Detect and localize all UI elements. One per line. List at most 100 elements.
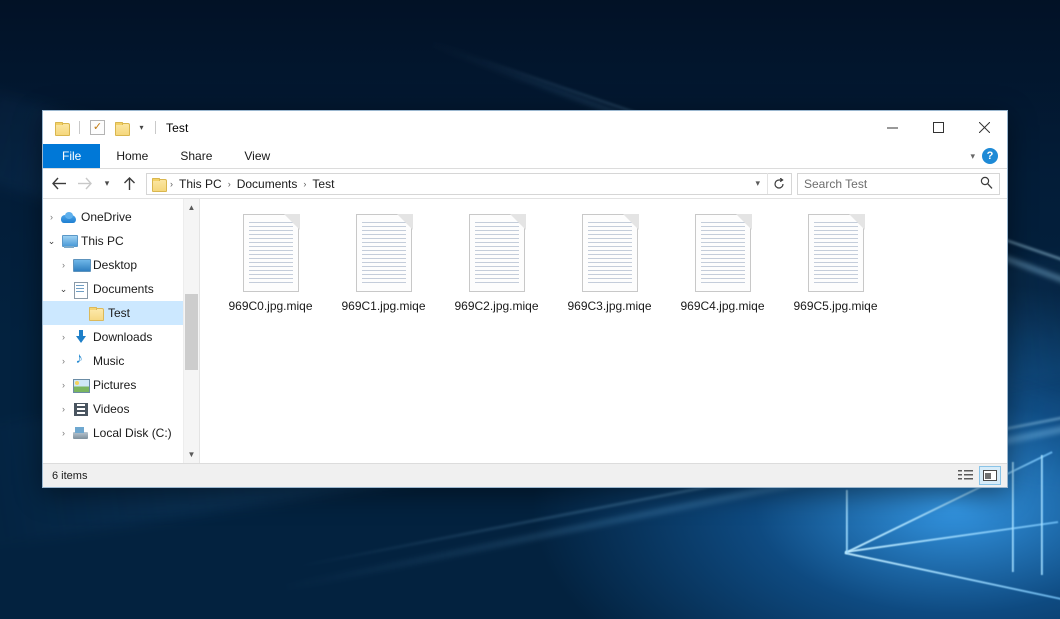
expand-ribbon-chevron-icon[interactable]: ▾ — [970, 151, 975, 162]
up-button[interactable] — [117, 172, 142, 196]
list-item[interactable]: 969C5.jpg.miqe — [779, 211, 892, 329]
tab-view[interactable]: View — [228, 144, 286, 168]
window-body: › OneDrive ⌄ This PC › Desktop — [43, 198, 1007, 463]
properties-icon[interactable]: ✓ — [88, 118, 107, 137]
help-icon[interactable]: ? — [982, 148, 998, 164]
search-icon[interactable] — [980, 176, 993, 192]
view-buttons — [954, 466, 1001, 485]
address-dropdown-chevron-icon[interactable]: ▾ — [748, 178, 767, 189]
file-name: 969C5.jpg.miqe — [793, 299, 877, 313]
expand-chevron-icon[interactable]: › — [55, 356, 72, 366]
file-list-view[interactable]: 969C0.jpg.miqe 969C1.jpg.miqe 969C2.jpg.… — [199, 199, 1007, 463]
address-bar-row: ▾ › This PC › Documents › Test ▾ — [43, 169, 1007, 198]
collapse-chevron-icon[interactable]: ⌄ — [43, 236, 60, 247]
list-item[interactable]: 969C0.jpg.miqe — [214, 211, 327, 329]
sidebar-item-videos[interactable]: › Videos — [43, 397, 199, 421]
sidebar-item-label: OneDrive — [81, 210, 132, 224]
address-folder-icon — [152, 178, 166, 190]
tab-home[interactable]: Home — [100, 144, 164, 168]
sidebar-item-onedrive[interactable]: › OneDrive — [43, 205, 199, 229]
sidebar-item-label: Documents — [93, 282, 154, 296]
scrollbar-thumb[interactable] — [185, 294, 198, 370]
blank-document-icon — [352, 214, 416, 294]
address-bar[interactable]: › This PC › Documents › Test ▾ — [146, 173, 792, 195]
title-bar: ✓ ▾ Test — [43, 111, 1007, 144]
ribbon-tabs: File Home Share View ▾ ? — [43, 144, 1007, 169]
expand-chevron-icon[interactable]: › — [55, 332, 72, 342]
item-count-label: 6 items — [52, 470, 87, 482]
chevron-down-icon[interactable]: ▾ — [136, 124, 147, 132]
qat-separator-2 — [155, 121, 156, 134]
window-title: Test — [166, 121, 188, 135]
sidebar-item-test[interactable]: Test — [43, 301, 199, 325]
recent-locations-button[interactable]: ▾ — [97, 172, 117, 196]
expand-chevron-icon[interactable]: › — [55, 404, 72, 414]
scrollbar-track[interactable] — [184, 216, 200, 446]
videos-icon — [72, 401, 89, 417]
onedrive-icon — [60, 209, 77, 225]
pictures-icon — [72, 377, 89, 393]
ribbon-right-controls: ▾ ? — [970, 144, 1007, 168]
win-logo-line-vertical-1 — [846, 490, 848, 554]
documents-icon — [72, 281, 89, 297]
forward-button[interactable] — [72, 172, 97, 196]
navigation-pane-scrollbar[interactable]: ▲ ▼ — [183, 199, 199, 463]
file-name: 969C4.jpg.miqe — [680, 299, 764, 313]
expand-chevron-icon[interactable]: › — [55, 428, 72, 438]
new-folder-icon[interactable] — [112, 118, 131, 137]
sidebar-item-pictures[interactable]: › Pictures — [43, 373, 199, 397]
breadcrumb-separator-1: › — [226, 179, 233, 189]
sidebar-item-label: Downloads — [93, 330, 152, 344]
sidebar-item-label: Local Disk (C:) — [93, 426, 172, 440]
sidebar-item-music[interactable]: › Music — [43, 349, 199, 373]
sidebar-item-desktop[interactable]: › Desktop — [43, 253, 199, 277]
sidebar-item-downloads[interactable]: › Downloads — [43, 325, 199, 349]
file-name: 969C2.jpg.miqe — [454, 299, 538, 313]
list-item[interactable]: 969C4.jpg.miqe — [666, 211, 779, 329]
collapse-chevron-icon[interactable]: ⌄ — [55, 284, 72, 295]
win-logo-line-vertical-3 — [1041, 455, 1043, 575]
breadcrumb-item-this-pc[interactable]: This PC — [175, 177, 226, 191]
search-box[interactable]: Search Test — [797, 173, 1000, 195]
breadcrumb-separator-2: › — [301, 179, 308, 189]
large-icons-view-button[interactable] — [979, 466, 1001, 485]
scroll-up-arrow-icon[interactable]: ▲ — [184, 199, 200, 216]
breadcrumb-item-documents[interactable]: Documents — [233, 177, 302, 191]
list-item[interactable]: 969C2.jpg.miqe — [440, 211, 553, 329]
refresh-icon[interactable] — [767, 173, 789, 194]
expand-chevron-icon[interactable]: › — [43, 212, 60, 222]
folder-icon[interactable] — [52, 118, 71, 137]
file-name: 969C3.jpg.miqe — [567, 299, 651, 313]
sidebar-item-documents[interactable]: ⌄ Documents — [43, 277, 199, 301]
breadcrumb-item-test[interactable]: Test — [308, 177, 338, 191]
desktop: ✓ ▾ Test File Home Share — [0, 0, 1060, 619]
list-item[interactable]: 969C3.jpg.miqe — [553, 211, 666, 329]
music-icon — [72, 353, 89, 369]
search-input[interactable]: Search Test — [804, 177, 980, 191]
disk-icon — [72, 425, 89, 441]
expand-chevron-icon[interactable]: › — [55, 260, 72, 270]
sidebar-item-this-pc[interactable]: ⌄ This PC — [43, 229, 199, 253]
list-item[interactable]: 969C1.jpg.miqe — [327, 211, 440, 329]
file-name: 969C1.jpg.miqe — [341, 299, 425, 313]
minimize-button[interactable] — [869, 111, 915, 144]
qat-separator-1 — [79, 121, 80, 134]
sidebar-item-local-disk-c[interactable]: › Local Disk (C:) — [43, 421, 199, 445]
details-view-button[interactable] — [954, 466, 976, 485]
file-name: 969C0.jpg.miqe — [228, 299, 312, 313]
navigation-pane: › OneDrive ⌄ This PC › Desktop — [43, 199, 199, 463]
blank-document-icon — [465, 214, 529, 294]
close-button[interactable] — [961, 111, 1007, 144]
sidebar-item-label: Music — [93, 354, 124, 368]
file-explorer-window: ✓ ▾ Test File Home Share — [42, 110, 1008, 488]
sidebar-item-label: Pictures — [93, 378, 136, 392]
quick-access-toolbar: ✓ ▾ — [43, 118, 159, 137]
expand-chevron-icon[interactable]: › — [55, 380, 72, 390]
back-button[interactable] — [47, 172, 72, 196]
maximize-button[interactable] — [915, 111, 961, 144]
downloads-icon — [72, 329, 89, 345]
tab-share[interactable]: Share — [164, 144, 228, 168]
scroll-down-arrow-icon[interactable]: ▼ — [184, 446, 200, 463]
window-controls — [869, 111, 1007, 144]
tab-file[interactable]: File — [43, 144, 100, 168]
